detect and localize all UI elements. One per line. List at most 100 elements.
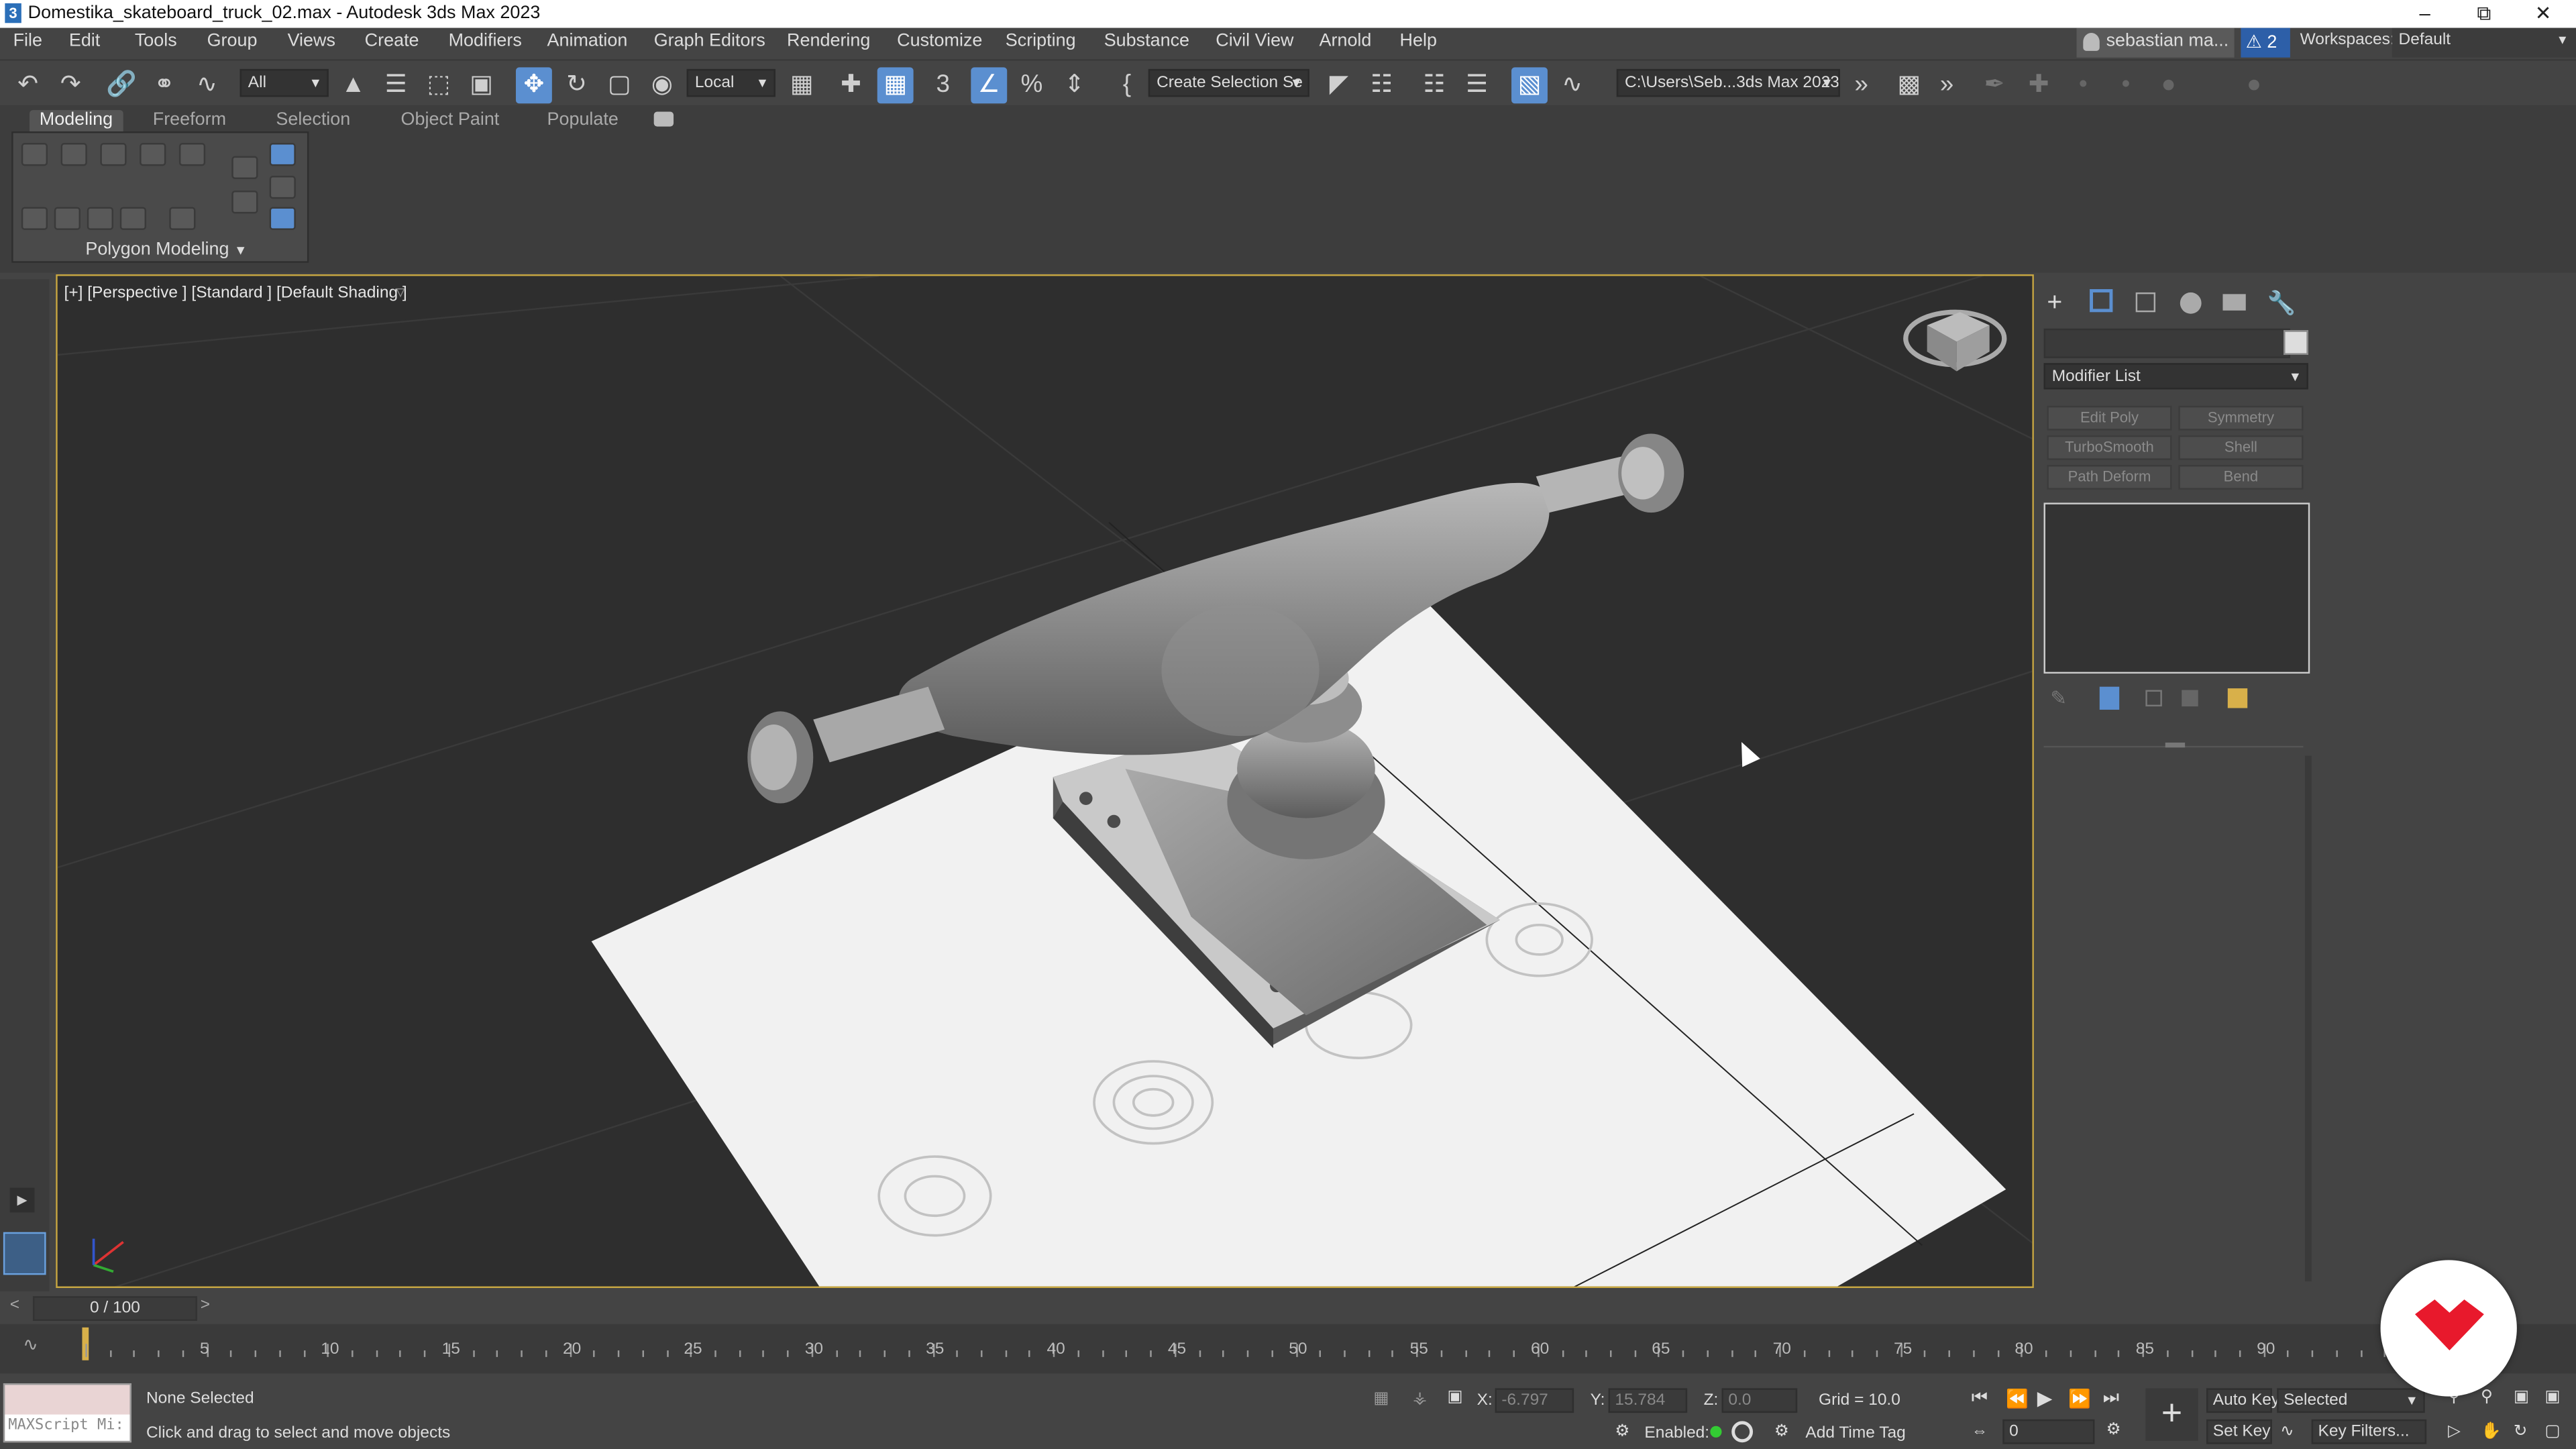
- spinner-snap-icon[interactable]: ⇕: [1057, 67, 1093, 103]
- hierarchy-tab-icon[interactable]: [2135, 292, 2156, 313]
- snaps-toggle-icon[interactable]: 3: [925, 67, 961, 103]
- adaptive-degradation-icon[interactable]: ⚙: [1615, 1423, 1629, 1441]
- add-time-tag[interactable]: Add Time Tag: [1805, 1424, 1905, 1442]
- object-name-field[interactable]: [2043, 328, 2290, 358]
- toolbar-overflow-icon[interactable]: »: [1843, 67, 1880, 103]
- unlink-icon[interactable]: ⚭: [146, 67, 182, 103]
- panel-scrollbar[interactable]: [2304, 755, 2312, 1282]
- create-selection-set-dropdown[interactable]: Create Selection Se ▼: [1148, 68, 1309, 97]
- filter-icon[interactable]: ▿: [396, 281, 405, 302]
- menu-group[interactable]: Group: [207, 32, 258, 51]
- path-deform-button[interactable]: Path Deform: [2047, 465, 2172, 490]
- expand-arrow-icon[interactable]: ▶: [9, 1187, 35, 1213]
- go-to-end-icon[interactable]: ⏭: [2103, 1388, 2119, 1409]
- curve-editor-icon[interactable]: ∿: [1554, 67, 1591, 103]
- select-and-scale-icon[interactable]: ▢: [601, 67, 637, 103]
- align-icon[interactable]: ☷: [1364, 67, 1400, 103]
- element-icon[interactable]: [178, 143, 206, 166]
- pin-stack-icon[interactable]: ✎: [2050, 687, 2067, 710]
- enabled-toggle[interactable]: [1731, 1421, 1754, 1443]
- make-unique-icon[interactable]: [231, 191, 258, 214]
- go-to-start-icon[interactable]: ⏮: [1972, 1388, 1988, 1409]
- time-tag-icon[interactable]: ⚙: [1774, 1423, 1789, 1441]
- restore-icon[interactable]: ⧉: [2455, 0, 2514, 28]
- motion-tab-icon[interactable]: [2180, 292, 2202, 314]
- edit-poly-button[interactable]: Edit Poly: [2047, 405, 2172, 431]
- maxscript-listener[interactable]: MAXScript Mi:: [3, 1383, 131, 1443]
- y-coordinate-field[interactable]: 15.784: [1608, 1388, 1688, 1413]
- auto-key-button[interactable]: Auto Key: [2206, 1388, 2279, 1413]
- viewport-label[interactable]: [+] [Perspective ] [Standard ] [Default …: [64, 284, 407, 303]
- rectangular-selection-icon[interactable]: ⬚: [421, 67, 457, 103]
- select-object-icon[interactable]: ▲: [335, 67, 372, 103]
- viewport-layout-icon[interactable]: [3, 1232, 46, 1275]
- menu-customize[interactable]: Customize: [897, 32, 982, 51]
- tab-object-paint[interactable]: Object Paint: [401, 110, 500, 135]
- pin-stack-icon[interactable]: [169, 207, 196, 230]
- prev-frame-icon[interactable]: <: [10, 1296, 19, 1314]
- toolbar-overflow-2-icon[interactable]: »: [1929, 67, 1965, 103]
- workspace-dropdown[interactable]: Default ▾: [2392, 28, 2576, 58]
- perspective-viewport[interactable]: [+] [Perspective ] [Standard ] [Default …: [56, 274, 2034, 1289]
- minimize-icon[interactable]: –: [2396, 0, 2455, 28]
- zoom-extents-all-icon[interactable]: ▣: [2544, 1388, 2560, 1406]
- display-tab-icon[interactable]: [2222, 294, 2246, 311]
- select-by-name-icon[interactable]: ☰: [378, 67, 414, 103]
- bend-button[interactable]: Bend: [2178, 465, 2304, 490]
- track-bar[interactable]: ∿ 5 10 15 20 25 30 35 40 45 50 55 60 65 70 75 80 85 90: [0, 1324, 2576, 1374]
- edge-icon[interactable]: [60, 143, 87, 166]
- angle-snap-icon[interactable]: ∠: [971, 67, 1008, 104]
- time-configuration-icon[interactable]: ⚙: [2106, 1421, 2121, 1439]
- alerts-button[interactable]: ⚠ 2: [2241, 28, 2290, 58]
- shell-button[interactable]: Shell: [2178, 435, 2304, 460]
- mirror-icon[interactable]: ◤: [1321, 67, 1357, 103]
- show-end-result-icon[interactable]: [231, 156, 258, 179]
- window-crossing-icon[interactable]: ▣: [464, 67, 500, 103]
- menu-graph-editors[interactable]: Graph Editors: [654, 32, 765, 51]
- next-frame-button-icon[interactable]: ⏩: [2068, 1388, 2091, 1409]
- maximize-viewport-icon[interactable]: ▢: [2544, 1423, 2560, 1441]
- render-setup-icon[interactable]: ▩: [1891, 67, 1927, 103]
- isolate-icon[interactable]: ▦: [1373, 1390, 1389, 1408]
- set-key-button[interactable]: Set Key: [2206, 1419, 2272, 1444]
- bind-space-warp-icon[interactable]: ∿: [189, 67, 225, 103]
- vertex-icon[interactable]: [21, 143, 48, 166]
- edit-poly-mode-icon[interactable]: [269, 143, 296, 166]
- percent-snap-icon[interactable]: %: [1014, 67, 1050, 103]
- border-icon[interactable]: [100, 143, 127, 166]
- set-key-icon[interactable]: +: [2145, 1388, 2198, 1441]
- collapse-stack-icon[interactable]: [119, 207, 146, 230]
- next-frame-icon[interactable]: >: [201, 1296, 210, 1314]
- select-and-rotate-icon[interactable]: ↻: [559, 67, 595, 103]
- modifier-list-dropdown[interactable]: Modifier List ▼: [2043, 363, 2308, 390]
- undo-icon[interactable]: ↶: [10, 67, 46, 103]
- object-color-swatch[interactable]: [2284, 330, 2308, 355]
- field-of-view-icon[interactable]: ▷: [2448, 1423, 2461, 1441]
- project-path-dropdown[interactable]: C:\Users\Seb...3ds Max 2023 ▼: [1616, 68, 1840, 97]
- remove-modifier-icon[interactable]: [2182, 690, 2198, 707]
- menu-tools[interactable]: Tools: [135, 32, 177, 51]
- selection-filter-dropdown[interactable]: All ▼: [239, 68, 329, 97]
- time-slider[interactable]: 0 / 100: [32, 1296, 197, 1321]
- menu-civil-view[interactable]: Civil View: [1216, 32, 1293, 51]
- reference-coordinate-dropdown[interactable]: Local ▼: [686, 68, 775, 97]
- current-frame-field[interactable]: 0: [2002, 1419, 2095, 1444]
- ignore-backfacing-icon[interactable]: [87, 207, 113, 230]
- symmetry-button[interactable]: Symmetry: [2178, 405, 2304, 431]
- editable-poly-icon[interactable]: [269, 176, 296, 199]
- ribbon-options-icon[interactable]: [653, 111, 674, 127]
- make-unique-icon[interactable]: [2145, 690, 2162, 707]
- user-account-button[interactable]: sebastian ma...: [2076, 28, 2235, 58]
- edit-named-selection-icon[interactable]: {: [1109, 67, 1145, 103]
- lock-selection-icon[interactable]: ⚶: [1413, 1390, 1427, 1408]
- tab-populate[interactable]: Populate: [547, 110, 619, 135]
- menu-help[interactable]: Help: [1400, 32, 1437, 51]
- show-end-result-icon[interactable]: [2099, 686, 2120, 710]
- menu-animation[interactable]: Animation: [547, 32, 628, 51]
- configure-modifier-sets-icon[interactable]: [2227, 688, 2248, 708]
- polygon-modeling-dropdown[interactable]: Polygon Modeling ▼: [85, 240, 247, 260]
- scene-explorer-icon[interactable]: ☷: [1416, 67, 1452, 103]
- manipulate-icon[interactable]: ✚: [833, 67, 869, 103]
- play-icon[interactable]: ▶: [2037, 1387, 2053, 1409]
- pan-view-icon[interactable]: ✋: [2481, 1423, 2501, 1441]
